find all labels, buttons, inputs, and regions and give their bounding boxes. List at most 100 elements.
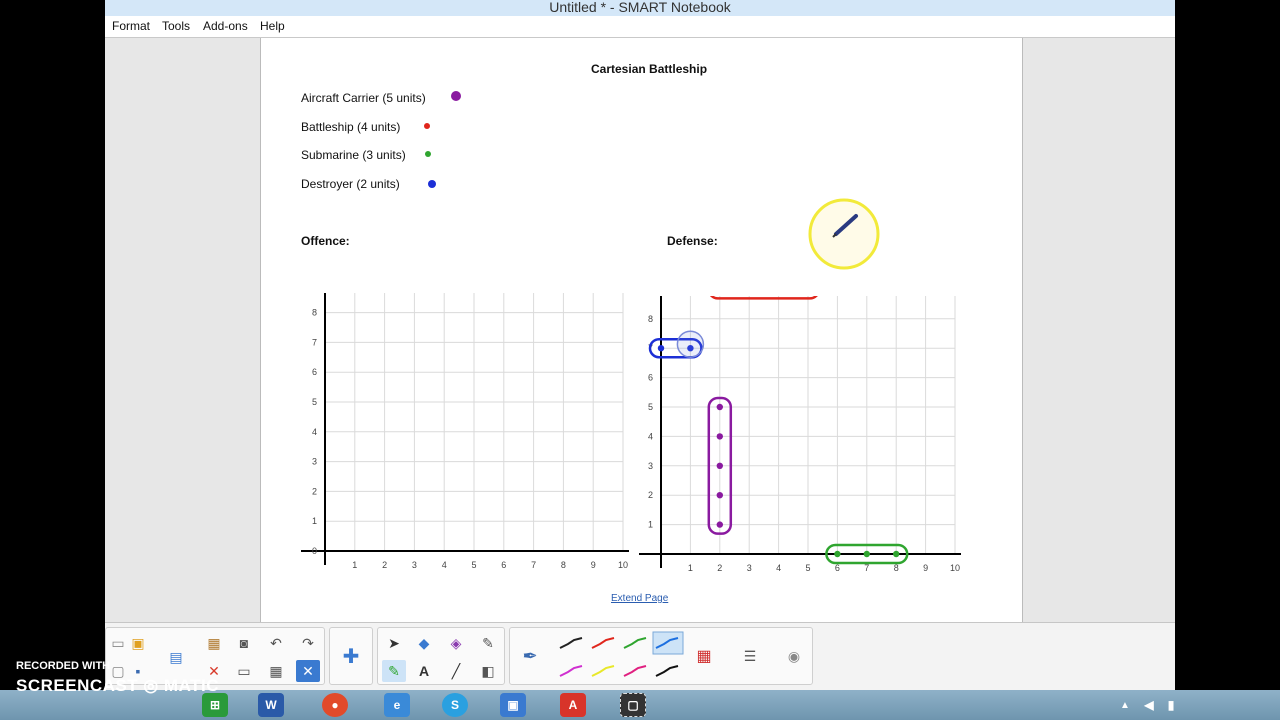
y-tick-label: 8 — [312, 308, 317, 318]
y-tick-label: 1 — [648, 520, 653, 530]
x-tick-label: 2 — [382, 560, 387, 570]
store-icon[interactable]: ⊞ — [202, 693, 228, 717]
text-icon[interactable]: A — [412, 660, 436, 682]
submarine-peg — [834, 550, 841, 558]
x-tick-label: 7 — [864, 563, 869, 573]
y-tick-label: 3 — [648, 461, 653, 471]
x-tick-label: 4 — [776, 563, 781, 573]
notebook-icon[interactable]: ▣ — [500, 693, 526, 717]
magic-pen-icon[interactable]: ◆ — [412, 632, 436, 654]
selected-pen-bg — [652, 631, 684, 655]
offence-grid[interactable]: 11223344556677889910100 — [301, 293, 631, 578]
eraser-icon[interactable]: ◧ — [476, 660, 500, 682]
menu-tools[interactable]: Tools — [162, 19, 190, 33]
y-tick-label: 7 — [312, 337, 317, 347]
tool-select-group: ➤ ◆ ◈ ✎ ✎ A ╱ ◧ — [377, 627, 505, 685]
battleship-color-dot — [424, 123, 430, 129]
screencast-watermark: RECORDED WITH SCREENCAST ◎ MATIC — [16, 660, 219, 696]
notebook-page[interactable]: Cartesian Battleship Aircraft Carrier (5… — [260, 38, 1023, 622]
destroyer-peg — [657, 345, 665, 352]
offence-label: Offence: — [301, 234, 350, 248]
line-icon[interactable]: ╱ — [444, 660, 468, 682]
carrier-peg — [716, 433, 723, 440]
add-page-icon[interactable]: ✚ — [339, 645, 363, 668]
menu-help[interactable]: Help — [260, 19, 285, 33]
color-palette-icon[interactable]: ▦ — [692, 645, 716, 667]
line-style-icon[interactable]: ☰ — [738, 645, 762, 667]
destroyer-color-dot — [428, 180, 436, 188]
pen-swatch — [623, 637, 647, 649]
x-tick-label: 8 — [894, 563, 899, 573]
table-icon[interactable]: ▦ — [264, 660, 288, 682]
window-title: Untitled * - SMART Notebook — [105, 0, 1175, 16]
y-tick-label: 2 — [648, 490, 653, 500]
pen-color-swatches[interactable] — [556, 630, 696, 684]
pen-effect-icon[interactable]: ◉ — [782, 645, 806, 667]
y-tick-label: 4 — [648, 431, 653, 441]
tray-arrow-icon[interactable]: ▲ — [1112, 693, 1138, 717]
x-tick-label: 3 — [412, 560, 417, 570]
pen-swatch — [591, 637, 615, 649]
menu-addons[interactable]: Add-ons — [203, 19, 248, 33]
defense-label: Defense: — [667, 234, 718, 248]
defense-grid[interactable]: 1122334455667788991010 — [639, 296, 969, 578]
word-icon[interactable]: W — [258, 693, 284, 717]
screen-shade-icon[interactable]: ▭ — [232, 660, 256, 682]
y-tick-label: 5 — [648, 402, 653, 412]
submarine-color-dot — [425, 151, 431, 157]
pens-icon[interactable]: ✎ — [382, 660, 406, 682]
snip-icon[interactable]: ▢ — [620, 693, 646, 717]
ship-label-destroyer: Destroyer (2 units) — [301, 177, 400, 191]
x-tick-label: 10 — [950, 563, 960, 573]
chrome-icon[interactable]: ● — [322, 693, 348, 717]
pen-swatch — [655, 665, 679, 677]
menu-format[interactable]: Format — [112, 19, 150, 33]
x-tick-label: 3 — [747, 563, 752, 573]
undo-icon[interactable]: ↶ — [264, 632, 288, 654]
x-tick-label: 9 — [591, 560, 596, 570]
add-group: ✚ — [329, 627, 373, 685]
smart-notebook-window: Untitled * - SMART Notebook Format Tools… — [105, 0, 1175, 690]
open-file-icon[interactable]: ▣ — [126, 632, 150, 654]
y-tick-label: 2 — [312, 486, 317, 496]
x-tick-label: 2 — [717, 563, 722, 573]
y-tick-label: 4 — [312, 427, 317, 437]
carrier-color-dot — [451, 91, 461, 101]
skype-icon[interactable]: S — [442, 693, 468, 717]
pen-swatch — [559, 665, 583, 677]
redo-icon[interactable]: ↷ — [296, 632, 320, 654]
close-icon[interactable]: ✕ — [296, 660, 320, 682]
ship-label-carrier: Aircraft Carrier (5 units) — [301, 91, 426, 105]
submarine-peg — [893, 550, 900, 558]
right-margin — [1023, 38, 1175, 622]
y-tick-label: 6 — [648, 373, 653, 383]
x-tick-label: 4 — [442, 560, 447, 570]
cursor-ring — [676, 330, 705, 358]
extend-page-link[interactable]: Extend Page — [611, 593, 668, 604]
fill-icon[interactable]: ◈ — [444, 632, 468, 654]
ie-icon[interactable]: e — [384, 693, 410, 717]
watermark-line1: RECORDED WITH — [16, 660, 111, 672]
x-tick-label: 9 — [923, 563, 928, 573]
select-arrow-icon[interactable]: ➤ — [382, 632, 406, 654]
shape-pen-icon[interactable]: ✎ — [476, 632, 500, 654]
acrobat-icon[interactable]: A — [560, 693, 586, 717]
left-margin — [105, 38, 260, 622]
origin-label: 0 — [312, 546, 317, 556]
watermark-brand2: MATIC — [163, 676, 219, 695]
pen-swatch — [591, 665, 615, 677]
network-icon[interactable]: ▮ — [1158, 693, 1184, 717]
y-tick-label: 3 — [312, 457, 317, 467]
x-tick-label: 1 — [352, 560, 357, 570]
ship-label-submarine: Submarine (3 units) — [301, 148, 406, 162]
x-tick-label: 10 — [618, 560, 628, 570]
pen-swatch — [623, 665, 647, 677]
screenshot-icon[interactable]: ◙ — [232, 632, 256, 654]
bottom-toolbar: ▭ ▣ ▤ ▦ ◙ ↶ ↷ ▢ ▪ ✕ ▭ ▦ ✕ ✚ ➤ ◆ ◈ ✎ ✎ A … — [105, 622, 1175, 690]
paste-icon[interactable]: ▦ — [202, 632, 226, 654]
carrier-peg — [716, 403, 723, 411]
y-tick-label: 8 — [648, 314, 653, 324]
y-tick-label: 1 — [312, 516, 317, 526]
pen-swatch — [559, 637, 583, 649]
pen-type-icon[interactable]: ✒ — [518, 645, 542, 667]
